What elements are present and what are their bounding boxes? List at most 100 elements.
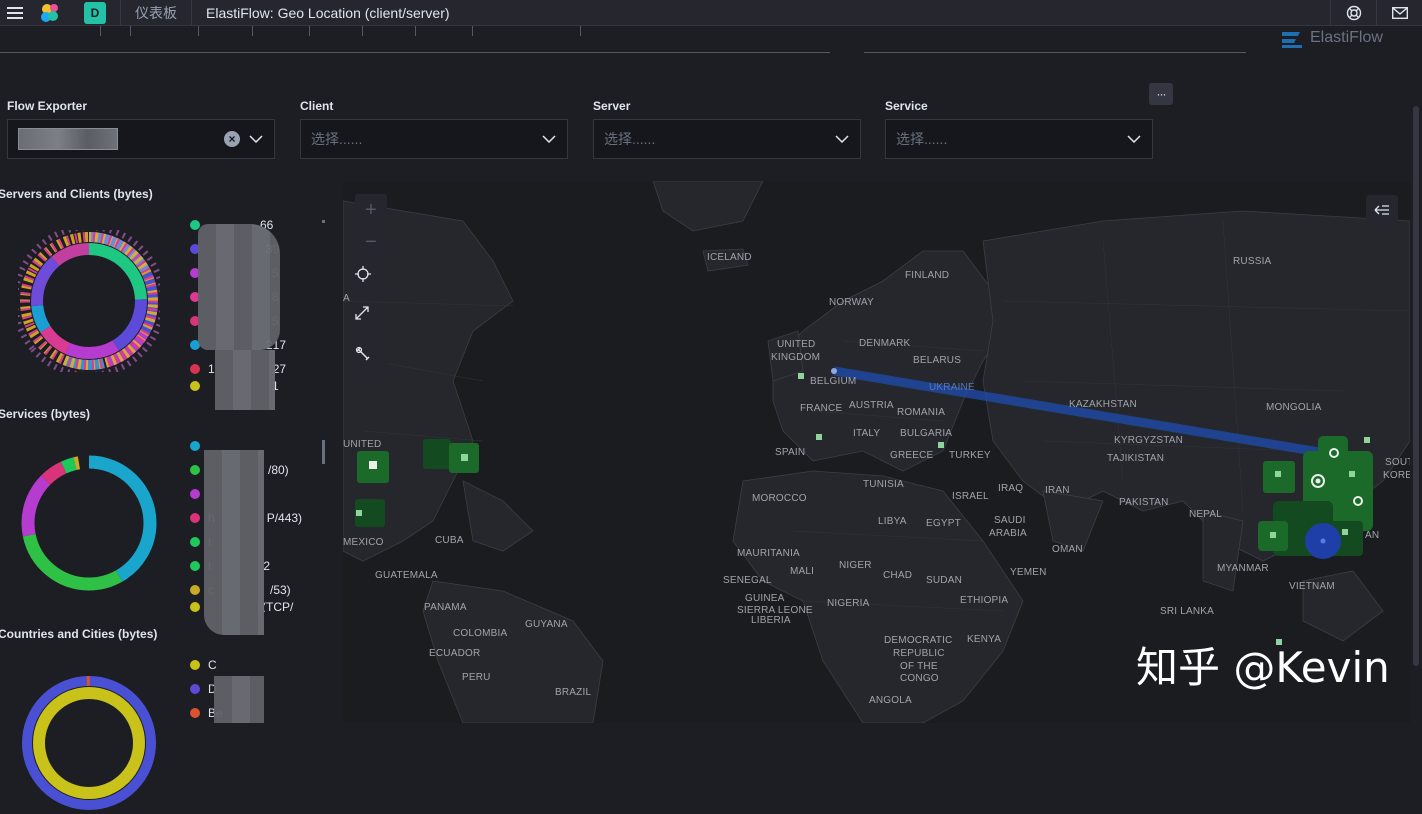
legend-color-dot — [190, 537, 200, 547]
map-label: TURKEY — [949, 450, 991, 461]
server-combobox[interactable]: 选择...... — [593, 119, 861, 159]
layer-control-icon[interactable] — [1366, 195, 1398, 225]
map-label: PERU — [462, 672, 491, 683]
legend-item[interactable]: C — [190, 653, 223, 677]
legend-color-dot — [190, 585, 200, 595]
redacted-area — [215, 350, 275, 410]
redacted-area — [204, 450, 264, 635]
legend-label: P/443) — [266, 511, 303, 525]
legend-color-dot — [190, 561, 200, 571]
legend-color-dot — [190, 441, 200, 451]
flow-exporter-control: Flow Exporter × — [7, 99, 275, 159]
help-icon[interactable] — [1330, 0, 1376, 26]
countries-cities-donut[interactable] — [18, 672, 160, 814]
chevron-down-icon[interactable] — [541, 131, 557, 147]
map-label: GUINEA — [745, 593, 785, 604]
service-label: Service — [885, 99, 928, 113]
breadcrumb-dashboards[interactable]: 仪表板 — [135, 3, 177, 23]
map-label: OMAN — [1052, 544, 1083, 555]
chevron-down-icon[interactable] — [248, 131, 264, 147]
map-label: ROMANIA — [897, 407, 946, 418]
zoom-out-button[interactable]: − — [365, 226, 377, 258]
map-label: EGYPT — [926, 518, 961, 529]
legend-color-dot — [190, 602, 200, 612]
countries-cities-title: Countries and Cities (bytes) — [0, 627, 158, 641]
divider — [120, 0, 121, 26]
kibana-logo-icon[interactable] — [30, 2, 70, 24]
newsfeed-icon[interactable] — [1376, 0, 1422, 26]
legend-color-dot — [190, 660, 200, 670]
map-label: MOROCCO — [752, 493, 807, 504]
map-label: TAJIKISTAN — [1107, 453, 1165, 464]
chevron-down-icon[interactable] — [1126, 131, 1142, 147]
map-label: BELGIUM — [810, 376, 857, 387]
map-label: SAUDI — [994, 515, 1026, 526]
tools-icon[interactable] — [355, 346, 387, 378]
menu-icon[interactable] — [0, 0, 30, 26]
map-label: REPUBLIC — [893, 648, 945, 659]
map-label: ANGOLA — [869, 695, 912, 706]
map-label: ICELAND — [707, 252, 752, 263]
map-label: SRI LANKA — [1160, 606, 1215, 617]
legend-scroll-indicator[interactable] — [322, 220, 325, 223]
legend-color-dot — [190, 465, 200, 475]
servers-clients-donut[interactable] — [18, 230, 160, 372]
server-control: Server 选择...... — [593, 99, 861, 159]
map-label: ECUADOR — [429, 648, 481, 659]
map-label: NEPAL — [1189, 509, 1223, 520]
chevron-down-icon[interactable] — [834, 131, 850, 147]
map-label: LIBYA — [878, 516, 907, 527]
map-label: GUYANA — [525, 619, 568, 630]
map-label: AN — [1365, 530, 1380, 541]
map-label: COLOMBIA — [453, 628, 508, 639]
services-donut[interactable] — [18, 452, 160, 594]
page-scrollbar[interactable] — [1410, 26, 1422, 723]
map-label: NORWAY — [829, 297, 874, 308]
map-label: MEXICO — [343, 537, 384, 548]
space-avatar[interactable]: D — [84, 1, 106, 24]
map-label: UNITED — [343, 439, 382, 450]
legend-color-dot — [190, 513, 200, 523]
map-label: BELARUS — [913, 355, 962, 366]
top-navigation-bar: D 仪表板 ElastiFlow: Geo Location (client/s… — [0, 0, 1422, 26]
divider — [864, 52, 1246, 53]
zoom-controls: + − — [355, 194, 387, 258]
map-label: PANAMA — [424, 602, 467, 613]
legend-scroll-indicator[interactable] — [322, 440, 325, 464]
fullscreen-icon[interactable] — [355, 306, 387, 338]
map-label: NIGER — [839, 560, 872, 571]
map-label: LIBERIA — [751, 615, 791, 626]
map-label: GREECE — [890, 450, 934, 461]
map-label: KENYA — [967, 634, 1002, 645]
map-label: GUATEMALA — [375, 570, 438, 581]
crosshair-icon[interactable] — [355, 266, 387, 298]
client-combobox[interactable]: 选择...... — [300, 119, 568, 159]
map-label: BULGARIA — [900, 428, 953, 439]
map-label: PAKISTAN — [1119, 497, 1169, 508]
map-label: CHAD — [883, 570, 913, 581]
server-placeholder: 选择...... — [604, 131, 656, 147]
services-title: Services (bytes) — [0, 407, 91, 421]
redacted-area — [198, 224, 280, 350]
divider — [0, 52, 830, 53]
legend-color-dot — [190, 489, 200, 499]
map-label: RUSSIA — [1233, 256, 1272, 267]
page-title: ElastiFlow: Geo Location (client/server) — [206, 4, 450, 21]
zoom-in-button[interactable]: + — [365, 194, 377, 226]
service-combobox[interactable]: 选择...... — [885, 119, 1153, 159]
legend-label-prefix: 1 — [208, 362, 215, 376]
map-label: MAURITANIA — [737, 548, 800, 559]
flow-exporter-combobox[interactable]: × — [7, 119, 275, 159]
elastiflow-label: ElastiFlow — [1310, 29, 1383, 46]
servers-clients-title: Servers and Clients (bytes) — [0, 187, 153, 201]
map-label: CUBA — [435, 535, 464, 546]
map-label: IRAN — [1045, 485, 1070, 496]
scrollbar-thumb[interactable] — [1413, 106, 1419, 666]
legend-label: /80) — [268, 463, 289, 477]
legend-label: C — [208, 658, 217, 672]
elastiflow-logo: ElastiFlow — [1280, 28, 1383, 48]
legend-color-dot — [190, 708, 200, 718]
selected-exporter-pill[interactable] — [18, 128, 118, 150]
clear-icon[interactable]: × — [224, 131, 240, 147]
legend-label: 2 — [263, 559, 271, 573]
